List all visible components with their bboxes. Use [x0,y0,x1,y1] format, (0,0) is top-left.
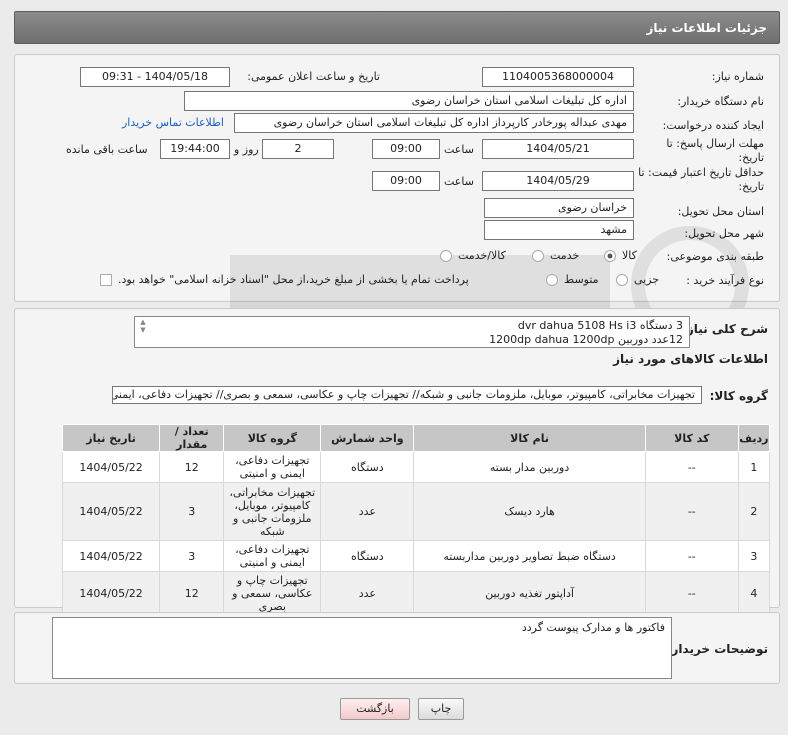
province-field: خراسان رضوی [484,198,634,218]
payment-treasury-checkbox[interactable]: پرداخت تمام یا بخشی از مبلغ خرید،از محل … [100,273,469,286]
radio-icon [440,249,452,262]
announce-field: 1404/05/18 - 09:31 [80,67,230,87]
cell-group: تجهیزات مخابراتی، کامپیوتر، موبایل، ملزو… [223,482,322,541]
category-option-goods[interactable]: کالا [604,249,637,262]
radio-icon [604,249,616,262]
textarea-scroll-arrows-icon[interactable]: ▲ ▼ [138,318,148,334]
category-label: طبقه بندی موضوعی: [666,250,764,263]
remaining-label: ساعت باقی مانده [66,143,148,156]
cell-code: -- [644,482,739,541]
need-number-label: شماره نیاز: [711,70,764,83]
table-row: 3 -- دستگاه ضبط تصاویر دوربین مداربسته د… [61,540,771,572]
cell-name: دستگاه ضبط تصاویر دوربین مداربسته [413,540,646,572]
city-label: شهر محل تحویل: [684,227,764,240]
category-option-service[interactable]: خدمت [532,249,579,262]
cell-qty: 12 [159,451,225,483]
cell-qty: 3 [159,482,225,541]
remaining-time-field: 19:44:00 [160,139,230,159]
cell-name: هارد دیسک [413,482,646,541]
cell-group: تجهیزات چاپ و عکاسی، سمعی و بصری [223,571,322,616]
creator-field: مهدی عبداله پورخادر کارپرداز اداره کل تب… [234,113,634,133]
col-header-name: نام کالا [413,424,646,452]
goods-group-label: گروه کالا: [709,389,768,403]
cell-group: تجهیزات دفاعی، ایمنی و امنیتی [223,451,322,483]
cell-date: 1404/05/22 [61,571,161,616]
cell-qty: 3 [159,540,225,572]
process-label: نوع فرآیند خرید : [686,274,764,287]
col-header-unit: واحد شمارش [320,424,415,452]
payment-note: پرداخت تمام یا بخشی از مبلغ خرید،از محل … [118,273,469,286]
page-header: جزئیات اطلاعات نیاز [14,11,780,44]
need-number-field: 1104005368000004 [482,67,634,87]
table-row: 4 -- آداپتور تغذیه دوربین عدد تجهیزات چا… [61,571,771,616]
days-count-field: 2 [262,139,334,159]
deadline-date-field: 1404/05/21 [482,139,634,159]
creator-label: ایجاد کننده درخواست: [662,119,764,132]
city-field: مشهد [484,220,634,240]
radio-icon [616,273,628,286]
cell-unit: عدد [320,482,415,541]
contact-info-link[interactable]: اطلاعات تماس خریدار [122,116,224,129]
buyer-org-field: اداره کل تبلیغات اسلامی استان خراسان رضو… [184,91,634,111]
days-label: روز و [234,143,259,156]
goods-group-field: تجهیزات مخابراتی، کامپیوتر، موبایل، ملزو… [112,386,702,404]
price-validity-label: حداقل تاریخ اعتبار قیمت: تا تاریخ: [638,166,764,193]
col-header-code: کد کالا [644,424,739,452]
col-header-qty: تعداد / مقدار [159,424,225,452]
buyer-notes-label: توضیحات خریدار: [666,642,768,656]
goods-section-title: اطلاعات کالاهای مورد نیاز [613,352,768,366]
cell-date: 1404/05/22 [61,482,161,541]
radio-icon [546,273,558,286]
cell-row: 2 [737,482,771,541]
cell-row: 1 [737,451,771,483]
deadline-label: مهلت ارسال پاسخ: تا تاریخ: [666,137,764,164]
col-header-group: گروه کالا [223,424,322,452]
table-row: 2 -- هارد دیسک عدد تجهیزات مخابراتی، کام… [61,482,771,541]
checkbox-icon [100,273,112,286]
deadline-time-label: ساعت [444,143,474,156]
price-validity-date-field: 1404/05/29 [482,171,634,191]
cell-row: 4 [737,571,771,616]
radio-icon [532,249,544,262]
cell-date: 1404/05/22 [61,540,161,572]
description-textarea[interactable]: 3 دستگاه dvr dahua 5108 Hs i3 12عدد دورب… [134,316,690,348]
buyer-notes-textarea[interactable]: فاکتور ها و مدارک پیوست گردد [52,617,672,679]
description-label: شرح کلی نیاز: [682,322,768,336]
cell-code: -- [644,540,739,572]
cell-code: -- [644,571,739,616]
cell-unit: دستگاه [320,451,415,483]
back-button[interactable]: بازگشت [340,698,410,720]
cell-name: دوربین مدار بسته [413,451,646,483]
cell-qty: 12 [159,571,225,616]
process-option-minor[interactable]: جزیی [616,273,659,286]
announce-label: تاریخ و ساعت اعلان عمومی: [247,70,380,83]
cell-unit: عدد [320,571,415,616]
table-header-row: ردیف کد کالا نام کالا واحد شمارش گروه کا… [61,424,771,452]
items-table-wrapper: ردیف کد کالا نام کالا واحد شمارش گروه کا… [61,424,771,616]
cell-date: 1404/05/22 [61,451,161,483]
price-validity-time-field: 09:00 [372,171,440,191]
print-button[interactable]: چاپ [418,698,464,720]
cell-unit: دستگاه [320,540,415,572]
cell-row: 3 [737,540,771,572]
col-header-date: تاریخ نیاز [61,424,161,452]
cell-code: -- [644,451,739,483]
process-option-medium[interactable]: متوسط [546,273,599,286]
cell-group: تجهیزات دفاعی، ایمنی و امنیتی [223,540,322,572]
province-label: استان محل تحویل: [677,205,764,218]
buyer-org-label: نام دستگاه خریدار: [677,95,764,108]
category-option-both[interactable]: کالا/خدمت [440,249,506,262]
deadline-time-field: 09:00 [372,139,440,159]
table-row: 1 -- دوربین مدار بسته دستگاه تجهیزات دفا… [61,451,771,483]
cell-name: آداپتور تغذیه دوربین [413,571,646,616]
page-title: جزئیات اطلاعات نیاز [646,21,767,35]
col-header-row: ردیف [737,424,771,452]
price-validity-time-label: ساعت [444,175,474,188]
items-table: ردیف کد کالا نام کالا واحد شمارش گروه کا… [61,424,771,616]
